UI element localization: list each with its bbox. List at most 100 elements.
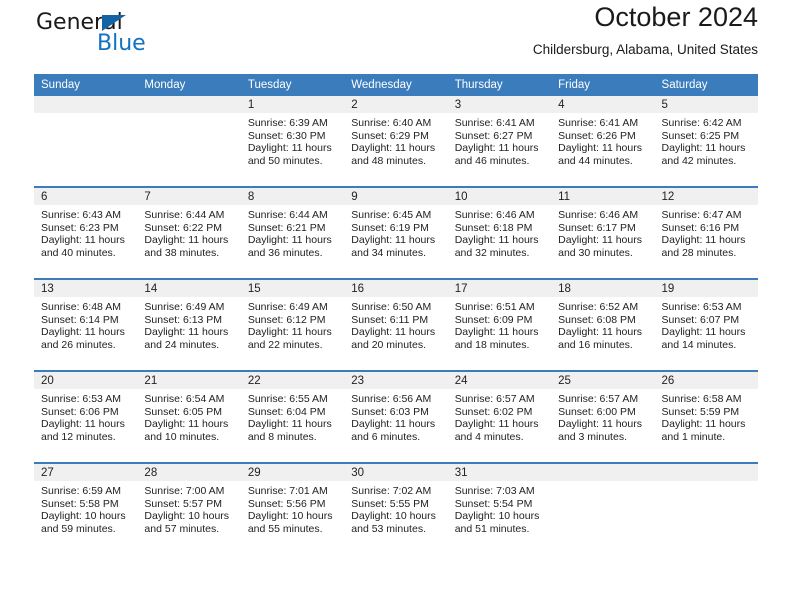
day-number: 9 <box>344 188 448 205</box>
sunrise-text: Sunrise: 6:52 AM <box>558 301 639 313</box>
weekday-header-wednesday: Wednesday <box>344 74 448 96</box>
calendar-day-cell[interactable]: 31 Sunrise: 7:03 AM Sunset: 5:54 PM Dayligh… <box>447 462 552 554</box>
daylight-text-line1: Daylight: 10 hours <box>351 510 436 523</box>
calendar-day-cell[interactable]: 26 Sunrise: 6:58 AM Sunset: 5:59 PM Dayligh… <box>654 370 758 463</box>
day-number: 23 <box>344 372 448 389</box>
calendar-day-cell[interactable]: 22 Sunrise: 6:55 AM Sunset: 6:04 PM Dayligh… <box>240 370 345 463</box>
calendar-day-cell[interactable]: 14 Sunrise: 6:49 AM Sunset: 6:13 PM Dayligh… <box>137 278 241 371</box>
calendar-day-cell[interactable]: 16 Sunrise: 6:50 AM Sunset: 6:11 PM Dayligh… <box>344 278 448 371</box>
day-number: 8 <box>240 188 345 205</box>
sunset-text: Sunset: 5:57 PM <box>144 497 223 510</box>
day-number: 19 <box>654 280 758 297</box>
day-details: Sunrise: 6:45 AM Sunset: 6:19 PM Daylight:… <box>344 205 447 259</box>
sunset-text: Sunset: 6:17 PM <box>558 221 636 234</box>
calendar-week-row: 27 Sunrise: 6:59 AM Sunset: 5:58 PM Dayligh… <box>34 462 758 554</box>
sunrise-text: Sunrise: 6:50 AM <box>351 301 432 313</box>
day-cell-inner: 12 Sunrise: 6:47 AM Sunset: 6:16 PM Dayligh… <box>654 188 758 278</box>
calendar-day-cell[interactable]: 17 Sunrise: 6:51 AM Sunset: 6:09 PM Dayligh… <box>447 278 552 371</box>
day-number: 7 <box>137 188 241 205</box>
generalblue-logo[interactable]: General Blue <box>36 10 196 66</box>
sunset-text: Sunset: 6:22 PM <box>144 221 223 234</box>
calendar-day-cell[interactable]: 28 Sunrise: 7:00 AM Sunset: 5:57 PM Dayligh… <box>137 462 241 554</box>
sunrise-text: Sunrise: 6:39 AM <box>247 117 328 129</box>
daylight-text-line1: Daylight: 11 hours <box>351 142 436 155</box>
day-cell-inner: 26 Sunrise: 6:58 AM Sunset: 5:59 PM Dayligh… <box>654 372 758 462</box>
weekday-header-monday: Monday <box>137 74 241 96</box>
daylight-text-line1: Daylight: 10 hours <box>247 510 333 523</box>
day-details: Sunrise: 6:42 AM Sunset: 6:25 PM Daylight:… <box>655 113 758 167</box>
daylight-text-line1: Daylight: 11 hours <box>661 142 746 155</box>
day-cell-inner: 4 Sunrise: 6:41 AM Sunset: 6:26 PM Daylight… <box>551 96 655 186</box>
calendar-day-cell[interactable]: 21 Sunrise: 6:54 AM Sunset: 6:05 PM Dayligh… <box>137 370 241 463</box>
calendar-day-cell[interactable]: 29 Sunrise: 7:01 AM Sunset: 5:56 PM Dayligh… <box>240 462 345 554</box>
sunrise-text: Sunrise: 6:41 AM <box>558 117 639 129</box>
day-details: Sunrise: 7:00 AM Sunset: 5:57 PM Daylight:… <box>137 481 240 535</box>
calendar-day-cell[interactable]: 18 Sunrise: 6:52 AM Sunset: 6:08 PM Dayligh… <box>551 278 655 371</box>
daylight-text-line1: Daylight: 11 hours <box>558 418 642 431</box>
day-cell-inner: 23 Sunrise: 6:56 AM Sunset: 6:03 PM Dayligh… <box>344 372 448 462</box>
calendar-day-cell[interactable]: 11 Sunrise: 6:46 AM Sunset: 6:17 PM Dayligh… <box>551 186 655 279</box>
daylight-text-line2: and 50 minutes. <box>247 154 323 167</box>
day-number: 6 <box>34 188 138 205</box>
calendar-day-cell[interactable]: 25 Sunrise: 6:57 AM Sunset: 6:00 PM Dayligh… <box>551 370 655 463</box>
sunset-text: Sunset: 6:12 PM <box>247 313 326 326</box>
calendar-day-cell[interactable]: 4 Sunrise: 6:41 AM Sunset: 6:26 PM Daylight… <box>551 96 655 187</box>
calendar-day-cell[interactable]: 5 Sunrise: 6:42 AM Sunset: 6:25 PM Daylight… <box>654 96 758 187</box>
day-number: 24 <box>447 372 552 389</box>
calendar-day-cell[interactable]: 9 Sunrise: 6:45 AM Sunset: 6:19 PM Daylight… <box>344 186 448 279</box>
day-cell-inner <box>551 464 655 554</box>
sunset-text: Sunset: 6:23 PM <box>41 221 119 234</box>
daylight-text-line1: Daylight: 11 hours <box>661 418 746 431</box>
sunrise-text: Sunrise: 6:49 AM <box>247 301 328 313</box>
day-details: Sunrise: 6:59 AM Sunset: 5:58 PM Daylight:… <box>34 481 137 535</box>
day-details: Sunrise: 6:41 AM Sunset: 6:26 PM Daylight:… <box>551 113 654 167</box>
calendar-day-cell[interactable]: 7 Sunrise: 6:44 AM Sunset: 6:22 PM Daylight… <box>137 186 241 279</box>
day-cell-inner: 31 Sunrise: 7:03 AM Sunset: 5:54 PM Dayligh… <box>447 464 552 554</box>
daylight-text-line2: and 46 minutes. <box>454 154 530 167</box>
daylight-text-line2: and 53 minutes. <box>351 522 426 535</box>
calendar-day-cell[interactable]: 27 Sunrise: 6:59 AM Sunset: 5:58 PM Dayligh… <box>34 462 138 554</box>
sunrise-text: Sunrise: 6:43 AM <box>41 209 121 221</box>
daylight-text-line2: and 44 minutes. <box>558 154 633 167</box>
calendar-day-cell[interactable]: 3 Sunrise: 6:41 AM Sunset: 6:27 PM Daylight… <box>447 96 552 187</box>
day-cell-inner: 25 Sunrise: 6:57 AM Sunset: 6:00 PM Dayligh… <box>551 372 655 462</box>
day-number: 30 <box>344 464 448 481</box>
sunrise-text: Sunrise: 6:55 AM <box>247 393 328 405</box>
calendar-day-cell[interactable]: 2 Sunrise: 6:40 AM Sunset: 6:29 PM Daylight… <box>344 96 448 187</box>
day-number <box>654 464 758 481</box>
daylight-text-line1: Daylight: 11 hours <box>454 234 539 247</box>
daylight-text-line1: Daylight: 10 hours <box>41 510 126 523</box>
calendar-day-cell[interactable]: 19 Sunrise: 6:53 AM Sunset: 6:07 PM Dayligh… <box>654 278 758 371</box>
sunset-text: Sunset: 5:58 PM <box>41 497 119 510</box>
day-number: 28 <box>137 464 241 481</box>
daylight-text-line1: Daylight: 11 hours <box>351 418 436 431</box>
calendar-day-cell[interactable]: 8 Sunrise: 6:44 AM Sunset: 6:21 PM Daylight… <box>240 186 345 279</box>
day-details: Sunrise: 6:50 AM Sunset: 6:11 PM Daylight:… <box>344 297 447 351</box>
sunrise-text: Sunrise: 6:46 AM <box>454 209 535 221</box>
calendar-day-cell[interactable]: 12 Sunrise: 6:47 AM Sunset: 6:16 PM Dayligh… <box>654 186 758 279</box>
calendar-day-cell[interactable]: 6 Sunrise: 6:43 AM Sunset: 6:23 PM Daylight… <box>34 186 138 279</box>
sunset-text: Sunset: 5:59 PM <box>661 405 740 418</box>
calendar-day-cell[interactable]: 20 Sunrise: 6:53 AM Sunset: 6:06 PM Dayligh… <box>34 370 138 463</box>
sunrise-text: Sunrise: 6:49 AM <box>144 301 225 313</box>
day-cell-inner: 6 Sunrise: 6:43 AM Sunset: 6:23 PM Daylight… <box>34 188 138 278</box>
daylight-text-line1: Daylight: 11 hours <box>247 234 332 247</box>
day-details: Sunrise: 6:56 AM Sunset: 6:03 PM Daylight:… <box>344 389 447 443</box>
weekday-header-tuesday: Tuesday <box>240 74 345 96</box>
daylight-text-line2: and 26 minutes. <box>41 338 116 351</box>
daylight-text-line1: Daylight: 11 hours <box>558 326 642 339</box>
sunset-text: Sunset: 6:00 PM <box>558 405 636 418</box>
daylight-text-line2: and 12 minutes. <box>41 430 116 443</box>
day-details: Sunrise: 6:49 AM Sunset: 6:12 PM Daylight:… <box>241 297 344 351</box>
calendar-day-cell[interactable]: 23 Sunrise: 6:56 AM Sunset: 6:03 PM Dayligh… <box>344 370 448 463</box>
calendar-day-cell[interactable]: 30 Sunrise: 7:02 AM Sunset: 5:55 PM Dayligh… <box>344 462 448 554</box>
calendar-day-cell <box>34 96 138 187</box>
calendar-day-cell[interactable]: 10 Sunrise: 6:46 AM Sunset: 6:18 PM Dayligh… <box>447 186 552 279</box>
day-number: 20 <box>34 372 138 389</box>
day-cell-inner: 17 Sunrise: 6:51 AM Sunset: 6:09 PM Dayligh… <box>447 280 552 370</box>
calendar-day-cell[interactable]: 1 Sunrise: 6:39 AM Sunset: 6:30 PM Daylight… <box>240 96 345 187</box>
calendar-day-cell[interactable]: 13 Sunrise: 6:48 AM Sunset: 6:14 PM Dayligh… <box>34 278 138 371</box>
daylight-text-line1: Daylight: 11 hours <box>351 326 436 339</box>
calendar-day-cell[interactable]: 24 Sunrise: 6:57 AM Sunset: 6:02 PM Dayligh… <box>447 370 552 463</box>
calendar-day-cell[interactable]: 15 Sunrise: 6:49 AM Sunset: 6:12 PM Dayligh… <box>240 278 345 371</box>
